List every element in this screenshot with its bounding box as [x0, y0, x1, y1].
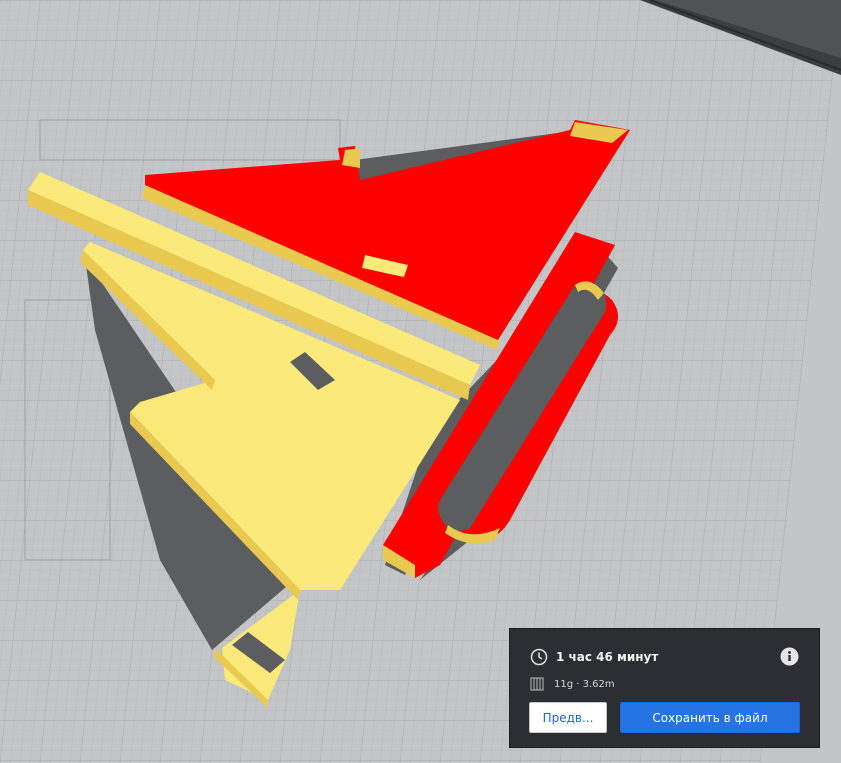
print-info-panel: 1 час 46 минут 11g · 3.62m Предв... Сохр… — [509, 628, 820, 748]
filament-spool-icon — [530, 677, 544, 691]
material-usage: 11g · 3.62m — [554, 678, 615, 690]
preview-button[interactable]: Предв... — [529, 702, 607, 733]
clock-icon — [530, 648, 548, 666]
print-time-row: 1 час 46 минут — [530, 647, 658, 667]
material-row: 11g · 3.62m — [530, 676, 615, 692]
print-duration: 1 час 46 минут — [556, 650, 659, 664]
info-icon[interactable] — [780, 647, 799, 666]
save-to-file-button[interactable]: Сохранить в файл — [620, 702, 800, 733]
